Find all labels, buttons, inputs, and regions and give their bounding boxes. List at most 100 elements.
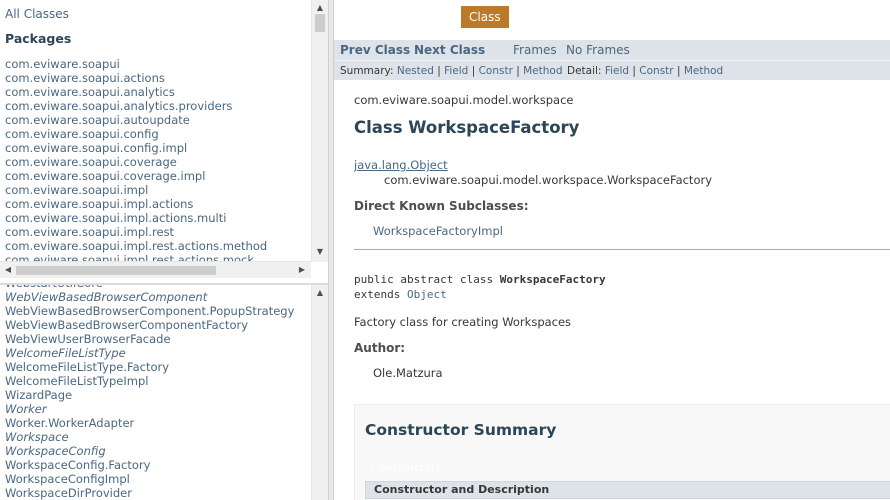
no-frames-link[interactable]: No Frames	[566, 43, 630, 57]
subclass-link[interactable]: WorkspaceFactoryImpl	[373, 224, 503, 238]
divider-line	[354, 249, 890, 250]
decl-prefix: public abstract class	[354, 273, 500, 286]
package-link[interactable]: com.eviware.soapui.impl.actions.multi	[5, 211, 226, 225]
summary-constr-link[interactable]: Constr	[479, 65, 513, 77]
class-extends: extends Object	[354, 288, 447, 301]
inheritance-parent-link[interactable]: java.lang.Object	[354, 158, 448, 172]
list-item: Worker.WorkerAdapter	[5, 416, 310, 430]
package-link[interactable]: com.eviware.soapui.coverage.impl	[5, 169, 205, 183]
superclass-link[interactable]: Object	[407, 288, 447, 301]
list-item: com.eviware.soapui.coverage.impl	[5, 169, 310, 183]
summary-label: Summary:	[340, 65, 397, 77]
list-item: com.eviware.soapui.analytics	[5, 85, 310, 99]
summary-nav-group: Summary: Nested | Field | Constr | Metho…	[340, 65, 563, 77]
package-link[interactable]: com.eviware.soapui.analytics.providers	[5, 99, 232, 113]
list-item: WebViewBasedBrowserComponentFactory	[5, 318, 310, 332]
package-list-frame: All Classes Packages com.eviware.soapui c…	[0, 0, 328, 279]
detail-label: Detail:	[567, 65, 605, 77]
list-item: com.eviware.soapui.impl.actions.multi	[5, 211, 310, 225]
nav-separator: |	[433, 65, 445, 77]
table-header: Constructor and Description	[365, 481, 890, 499]
class-link[interactable]: WizardPage	[5, 388, 72, 402]
summary-field-link[interactable]: Field	[444, 65, 468, 77]
scroll-up-arrow-icon[interactable]: ▲	[312, 285, 328, 301]
list-item: WebViewBasedBrowserComponent	[5, 290, 310, 304]
class-link[interactable]: Worker	[5, 402, 47, 416]
summary-method-link[interactable]: Method	[523, 65, 562, 77]
detail-method-link[interactable]: Method	[684, 65, 723, 77]
constructors-caption: Constructors	[365, 459, 448, 476]
inheritance-current: com.eviware.soapui.model.workspace.Works…	[384, 173, 713, 187]
prev-class-link[interactable]: Prev Class	[340, 43, 410, 57]
package-link[interactable]: com.eviware.soapui.coverage	[5, 155, 177, 169]
list-item: WelcomeFileListType	[5, 346, 310, 360]
package-list: com.eviware.soapui com.eviware.soapui.act…	[5, 57, 310, 267]
list-item: com.eviware.soapui.coverage	[5, 155, 310, 169]
list-item: com.eviware.soapui.impl.actions	[5, 197, 310, 211]
list-item: com.eviware.soapui.analytics.providers	[5, 99, 310, 113]
next-class-link[interactable]: Next Class	[414, 43, 485, 57]
list-item: com.eviware.soapui.impl	[5, 183, 310, 197]
package-link[interactable]: com.eviware.soapui.config	[5, 127, 159, 141]
package-link[interactable]: com.eviware.soapui.impl.rest.actions.met…	[5, 239, 267, 253]
top-nav-bar: Class	[334, 0, 890, 40]
list-item: WelcomeFileListTypeImpl	[5, 374, 310, 388]
class-link[interactable]: WebViewBasedBrowserComponentFactory	[5, 318, 248, 332]
package-link[interactable]: com.eviware.soapui	[5, 57, 120, 71]
package-link[interactable]: com.eviware.soapui.analytics	[5, 85, 175, 99]
constructor-summary-section: Constructor Summary Constructors Constru…	[354, 404, 890, 500]
class-description: Factory class for creating Workspaces	[354, 315, 572, 329]
scroll-thumb[interactable]	[16, 266, 216, 275]
class-link[interactable]: WorkspaceConfig	[5, 444, 106, 458]
author-heading: Author:	[354, 341, 406, 355]
summary-nested-link[interactable]: Nested	[397, 65, 434, 77]
list-item: Workspace	[5, 430, 310, 444]
extends-keyword: extends	[354, 288, 407, 301]
class-link[interactable]: WorkspaceConfigImpl	[5, 472, 130, 486]
class-link[interactable]: WebViewBasedBrowserComponent	[5, 290, 207, 304]
author-name: Ole.Matzura	[373, 366, 443, 380]
packages-heading: Packages	[5, 31, 72, 46]
package-link[interactable]: com.eviware.soapui.config.impl	[5, 141, 187, 155]
constructor-summary-heading: Constructor Summary	[365, 421, 557, 439]
scroll-left-arrow-icon[interactable]: ◀	[0, 262, 16, 278]
scroll-right-arrow-icon[interactable]: ▶	[294, 262, 310, 278]
package-horizontal-scrollbar[interactable]: ◀ ▶	[0, 261, 311, 278]
scroll-thumb[interactable]	[315, 14, 325, 32]
class-link[interactable]: Worker.WorkerAdapter	[5, 416, 134, 430]
class-link[interactable]: Workspace	[5, 430, 69, 444]
class-link[interactable]: WebstartUtilCore	[5, 285, 103, 290]
class-link[interactable]: WorkspaceDirProvider	[5, 486, 132, 500]
all-classes-link[interactable]: All Classes	[5, 6, 310, 22]
subclasses-heading: Direct Known Subclasses:	[354, 199, 529, 213]
package-link[interactable]: com.eviware.soapui.autoupdate	[5, 113, 190, 127]
package-link[interactable]: com.eviware.soapui.impl	[5, 183, 148, 197]
nav-separator: |	[629, 65, 640, 77]
detail-constr-link[interactable]: Constr	[639, 65, 673, 77]
package-link[interactable]: com.eviware.soapui.impl.rest	[5, 225, 174, 239]
package-vertical-scrollbar[interactable]: ▲ ▼	[311, 0, 328, 262]
list-item: com.eviware.soapui.impl.rest.actions.met…	[5, 239, 310, 253]
list-item: com.eviware.soapui.actions	[5, 71, 310, 85]
class-vertical-scrollbar[interactable]: ▲	[311, 285, 328, 500]
class-link[interactable]: WorkspaceConfig.Factory	[5, 458, 150, 472]
detail-field-link[interactable]: Field	[605, 65, 629, 77]
class-link[interactable]: WelcomeFileListTypeImpl	[5, 374, 148, 388]
scroll-down-arrow-icon[interactable]: ▼	[312, 244, 328, 260]
summary-detail-nav: Summary: Nested | Field | Constr | Metho…	[334, 60, 890, 80]
list-item: com.eviware.soapui	[5, 57, 310, 71]
package-link[interactable]: com.eviware.soapui.impl.actions	[5, 197, 193, 211]
class-link[interactable]: WebViewUserBrowserFacade	[5, 332, 171, 346]
list-item: WorkspaceDirProvider	[5, 486, 310, 500]
package-link[interactable]: com.eviware.soapui.actions	[5, 71, 165, 85]
class-nav-badge: Class	[461, 6, 509, 28]
list-item: WorkspaceConfigImpl	[5, 472, 310, 486]
page-title: Class WorkspaceFactory	[354, 118, 580, 137]
list-item: WebViewBasedBrowserComponent.PopupStrate…	[5, 304, 310, 318]
list-item: WorkspaceConfig	[5, 444, 310, 458]
frames-link[interactable]: Frames	[513, 43, 557, 57]
class-link[interactable]: WelcomeFileListType.Factory	[5, 360, 169, 374]
class-link[interactable]: WebViewBasedBrowserComponent.PopupStrate…	[5, 304, 294, 318]
class-link[interactable]: WelcomeFileListType	[5, 346, 126, 360]
list-item: Worker	[5, 402, 310, 416]
